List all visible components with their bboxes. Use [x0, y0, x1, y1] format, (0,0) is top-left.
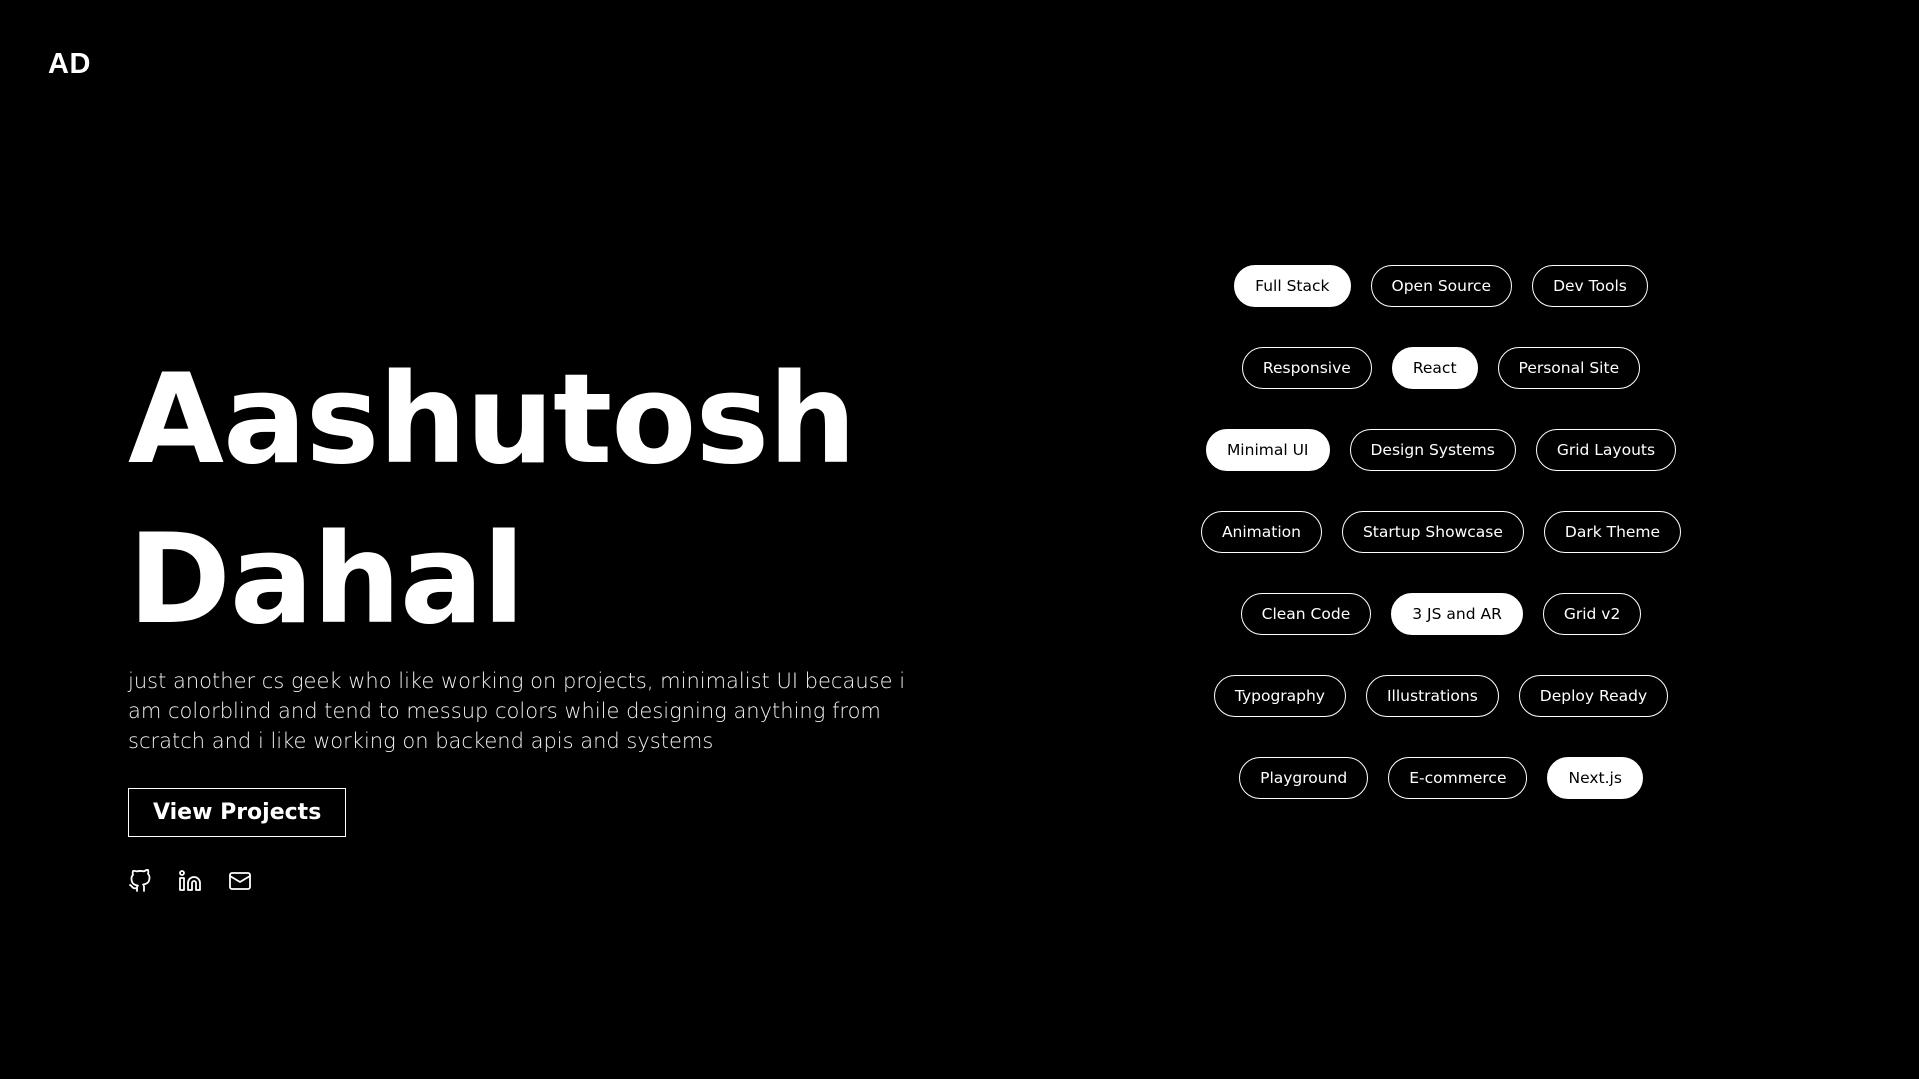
hero-bio: just another cs geek who like working on… [128, 669, 906, 753]
tag-pill[interactable]: Dev Tools [1532, 265, 1648, 307]
mail-link[interactable] [228, 869, 252, 893]
tag-pill[interactable]: Grid v2 [1542, 593, 1642, 635]
tag-pill[interactable]: E-commerce [1388, 757, 1528, 799]
tag-pill[interactable]: Deploy Ready [1518, 675, 1669, 717]
linkedin-link[interactable] [178, 869, 202, 893]
tag-pill[interactable]: 3 JS and AR [1391, 593, 1523, 635]
hero-first-name: Aashutosh [128, 348, 857, 492]
tag-pill[interactable]: Open Source [1370, 265, 1513, 307]
hero-section: Aashutosh Dahal just another cs geek who… [128, 340, 928, 893]
tag-row: Playground E-commerce Next.js [1216, 757, 1666, 799]
github-link[interactable] [128, 869, 152, 893]
tag-pill[interactable]: React [1391, 347, 1478, 389]
tag-pill[interactable]: Responsive [1241, 347, 1372, 389]
view-projects-button[interactable]: View Projects [128, 788, 347, 837]
tag-pill[interactable]: Minimal UI [1205, 429, 1330, 471]
tag-pill[interactable]: Next.js [1547, 757, 1643, 799]
github-icon [129, 869, 151, 892]
tag-pill[interactable]: Full Stack [1234, 265, 1351, 307]
tag-row: Minimal UI Design Systems Grid Layouts [1205, 429, 1677, 471]
logo[interactable]: AD [48, 48, 91, 81]
tag-row: Responsive React Personal Site [1216, 347, 1666, 389]
page: AD Aashutosh Dahal just another cs geek … [0, 0, 1919, 1079]
linkedin-icon [179, 870, 201, 891]
tag-pill[interactable]: Clean Code [1240, 593, 1372, 635]
hero-last-name: Dahal [128, 508, 525, 652]
tag-pill[interactable]: Typography [1213, 675, 1346, 717]
tag-pill[interactable]: Dark Theme [1543, 511, 1682, 553]
tag-row: Clean Code 3 JS and AR Grid v2 [1216, 593, 1666, 635]
tag-pill[interactable]: Grid Layouts [1535, 429, 1677, 471]
tag-pill[interactable]: Animation [1200, 511, 1322, 553]
tag-cloud: Full Stack Open Source Dev Tools Responsive… [1200, 265, 1682, 839]
tag-pill[interactable]: Startup Showcase [1341, 511, 1524, 553]
tag-pill[interactable]: Personal Site [1497, 347, 1641, 389]
tag-row: Full Stack Open Source Dev Tools [1216, 265, 1666, 307]
hero-name: Aashutosh Dahal [128, 340, 928, 660]
tag-row: Animation Startup Showcase Dark Theme [1200, 511, 1682, 553]
tag-row: Typography Illustrations Deploy Ready [1213, 675, 1669, 717]
social-links [128, 869, 928, 893]
tag-pill[interactable]: Illustrations [1365, 675, 1499, 717]
mail-icon [229, 872, 251, 890]
tag-pill[interactable]: Design Systems [1349, 429, 1516, 471]
tag-pill[interactable]: Playground [1239, 757, 1369, 799]
